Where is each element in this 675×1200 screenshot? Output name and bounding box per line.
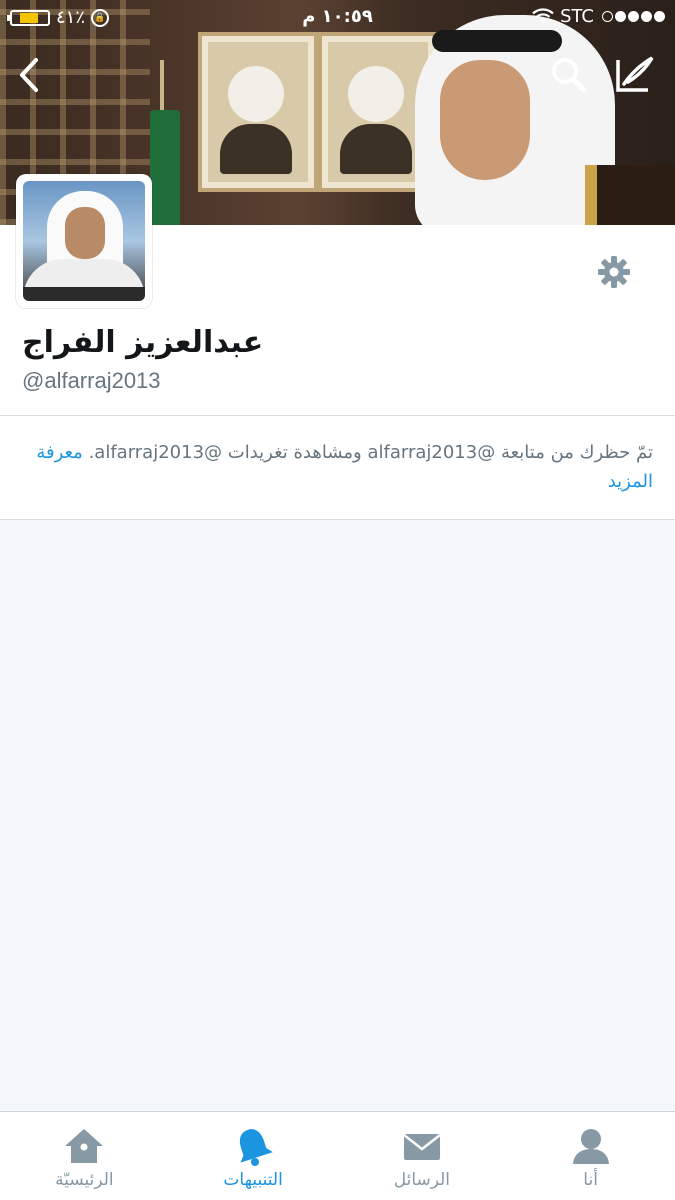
blocked-notice: تمّ حظرك من متابعة @alfarraj2013 ومشاهدة… bbox=[0, 416, 675, 520]
person-icon bbox=[572, 1129, 609, 1164]
envelope-icon bbox=[403, 1134, 441, 1160]
tab-home[interactable]: الرئيسيّة bbox=[0, 1112, 169, 1200]
home-icon bbox=[65, 1129, 104, 1163]
profile-handle: @alfarraj2013 bbox=[22, 368, 161, 393]
profile-display-name: عبدالعزيز الفراج bbox=[22, 325, 264, 360]
tab-bar: الرئيسيّة التنبيهات الرسائل أنا bbox=[0, 1111, 675, 1200]
search-icon bbox=[552, 58, 587, 93]
tab-messages-label: الرسائل bbox=[393, 1170, 451, 1190]
search-button[interactable] bbox=[548, 54, 588, 94]
settings-button[interactable] bbox=[597, 255, 631, 289]
tab-notifications[interactable]: التنبيهات bbox=[169, 1112, 338, 1200]
compose-icon bbox=[616, 56, 654, 92]
robe bbox=[585, 165, 675, 225]
bell-icon bbox=[240, 1129, 274, 1166]
wifi-icon bbox=[532, 7, 554, 24]
carrier-name: STC bbox=[560, 6, 594, 27]
tab-me[interactable]: أنا bbox=[506, 1112, 675, 1200]
blocked-notice-text: تمّ حظرك من متابعة @alfarraj2013 ومشاهدة… bbox=[88, 442, 653, 463]
compose-tweet-button[interactable] bbox=[612, 54, 656, 94]
back-button[interactable] bbox=[12, 56, 46, 94]
face bbox=[440, 60, 530, 180]
flag bbox=[150, 110, 180, 225]
avatar[interactable] bbox=[16, 174, 152, 308]
gear-icon bbox=[598, 256, 630, 288]
tab-notifications-label: التنبيهات bbox=[223, 1170, 283, 1190]
tab-messages[interactable]: الرسائل bbox=[338, 1112, 507, 1200]
tab-me-label: أنا bbox=[583, 1170, 598, 1190]
signal-strength-icon bbox=[600, 6, 665, 27]
back-icon bbox=[20, 58, 38, 92]
avatar-photo bbox=[23, 181, 145, 301]
tab-home-label: الرئيسيّة bbox=[55, 1170, 114, 1190]
portrait-frame bbox=[198, 32, 318, 192]
status-bar: ٤١٪ 🔒 ١٠:٥٩ م STC bbox=[0, 0, 675, 36]
blocked-notice-text-block: تمّ حظرك من متابعة @alfarraj2013 ومشاهدة… bbox=[23, 438, 653, 496]
